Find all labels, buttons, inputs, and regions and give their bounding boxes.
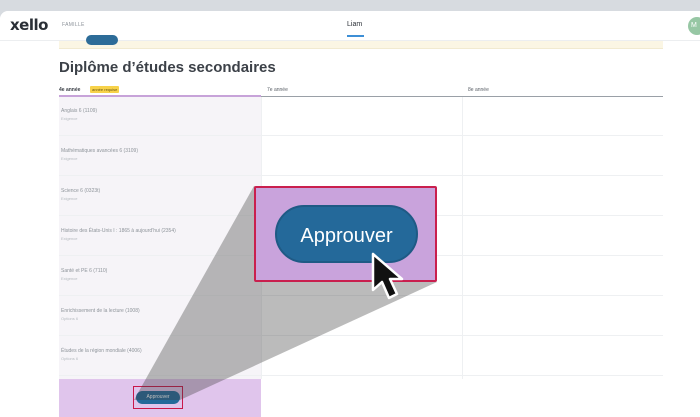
mouse-pointer-icon xyxy=(371,252,404,300)
